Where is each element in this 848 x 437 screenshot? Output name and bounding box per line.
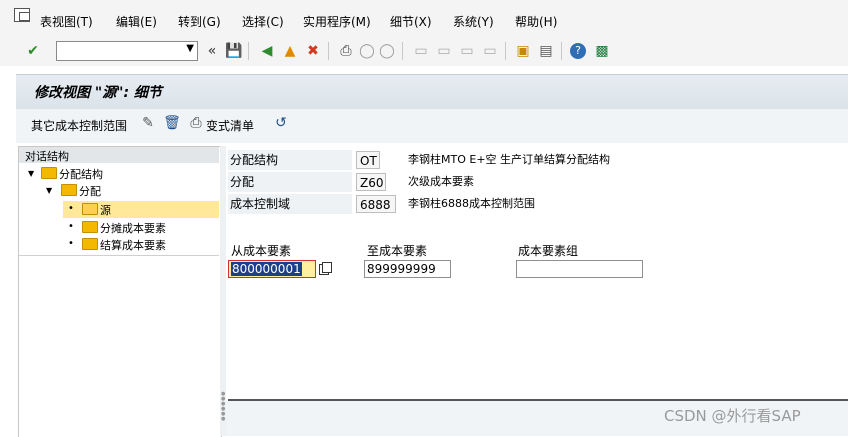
pencil-glasses-icon[interactable]: ✎ [139, 114, 157, 132]
enter-icon[interactable]: ✔ [24, 42, 42, 60]
controlling-area-desc: 李钢柱6888成本控制范围 [408, 197, 535, 210]
exit-icon[interactable]: ▲ [281, 42, 299, 60]
prev-page-icon[interactable]: ▭ [435, 42, 453, 60]
from-cost-element-value: 800000001 [231, 262, 302, 276]
back-icon[interactable]: ◀ [258, 42, 276, 60]
cost-element-group-input[interactable] [516, 260, 643, 278]
menu-system[interactable]: 系统(Y) [453, 13, 494, 30]
tree-divider [19, 255, 219, 256]
dialog-structure-header: 对话结构 [19, 147, 219, 163]
expand-triangle-icon[interactable]: ▼ [28, 169, 34, 178]
watermark: CSDN @外行看SAP [664, 407, 801, 425]
folder-icon [82, 221, 98, 233]
open-folder-icon [82, 203, 98, 215]
first-page-icon[interactable]: ▭ [412, 42, 430, 60]
standard-toolbar: ✔ ▼ « 💾 ◀ ▲ ✖ ⎙ ◯ ◯ ▭ ▭ ▭ ▭ ▣ ▤ ? ▩ [0, 36, 848, 67]
allocation-label: 分配 [228, 172, 352, 192]
tree-node-allocation[interactable]: 分配 [79, 183, 101, 199]
folder-icon [41, 167, 57, 179]
bullet-icon: • [68, 238, 74, 249]
tree-node-assessment-cost-element[interactable]: 分摊成本要素 [100, 220, 166, 236]
find-next-icon[interactable]: ◯ [378, 42, 396, 60]
save-icon[interactable]: 💾 [225, 42, 243, 60]
new-session-icon[interactable]: ▣ [514, 42, 532, 60]
toolbar-separator [328, 42, 329, 60]
allocation-value: Z60 [356, 173, 386, 191]
menu-goto[interactable]: 转到(G) [178, 13, 221, 30]
find-icon[interactable]: ◯ [358, 42, 376, 60]
layout-icon[interactable]: ▩ [593, 42, 611, 60]
bullet-icon: • [68, 221, 74, 232]
menu-edit[interactable]: 编辑(E) [116, 13, 157, 30]
allocation-desc: 次级成本要素 [408, 175, 474, 188]
tree-node-source[interactable]: 源 [100, 202, 111, 218]
menu-selection[interactable]: 选择(C) [242, 13, 284, 30]
allocation-structure-label: 分配结构 [228, 150, 352, 170]
command-input[interactable] [57, 42, 181, 58]
toolbar-separator [561, 42, 562, 60]
menu-table-view[interactable]: 表视图(T) [40, 13, 93, 30]
page-title: 修改视图 "源": 细节 [34, 85, 162, 101]
toolbar-separator [248, 42, 249, 60]
command-field[interactable]: ▼ [56, 41, 198, 61]
folder-icon [61, 184, 77, 196]
cancel-icon[interactable]: ✖ [304, 42, 322, 60]
print-icon[interactable]: ⎙ [187, 114, 205, 132]
controlling-area-label: 成本控制域 [228, 194, 352, 214]
folder-icon [82, 238, 98, 250]
shortcut-icon[interactable]: ▤ [537, 42, 555, 60]
bullet-icon: • [68, 203, 74, 214]
other-controlling-area-button[interactable]: 其它成本控制范围 [31, 117, 127, 134]
menu-help[interactable]: 帮助(H) [515, 13, 557, 30]
delete-icon[interactable]: 🗑 [163, 114, 181, 132]
next-page-icon[interactable]: ▭ [458, 42, 476, 60]
collapse-icon[interactable]: « [203, 42, 221, 60]
to-cost-element-label: 至成本要素 [367, 244, 428, 258]
change-list-button[interactable]: 变式清单 [206, 117, 254, 134]
allocation-structure-value: OT [356, 151, 380, 169]
multiple-selection-icon[interactable] [319, 262, 332, 275]
controlling-area-value: 6888 [356, 195, 396, 213]
tree-node-allocation-structure[interactable]: 分配结构 [59, 166, 103, 182]
to-cost-element-input[interactable]: 899999999 [364, 260, 451, 278]
menu-utilities[interactable]: 实用程序(M) [303, 13, 371, 30]
last-page-icon[interactable]: ▭ [481, 42, 499, 60]
from-cost-element-label: 从成本要素 [231, 244, 292, 258]
undo-icon[interactable]: ↺ [272, 114, 290, 132]
from-cost-element-input[interactable]: 800000001 [228, 260, 316, 278]
cost-element-group-label: 成本要素组 [518, 244, 579, 258]
dialog-structure-title: 对话结构 [25, 150, 69, 163]
toolbar-separator [402, 42, 403, 60]
menu-details[interactable]: 细节(X) [390, 13, 432, 30]
print-icon[interactable]: ⎙ [337, 42, 355, 60]
tree-node-settlement-cost-element[interactable]: 结算成本要素 [100, 237, 166, 253]
splitter-grip-icon[interactable]: ● ● ● ● ● ● [221, 392, 225, 422]
chevron-down-icon[interactable]: ▼ [186, 43, 194, 54]
help-icon[interactable]: ? [570, 43, 586, 59]
toolbar-separator [505, 42, 506, 60]
sap-menu-icon[interactable] [14, 8, 30, 22]
allocation-structure-desc: 李钢柱MTO E+空 生产订单结算分配结构 [408, 153, 611, 166]
expand-triangle-icon[interactable]: ▼ [46, 186, 52, 195]
